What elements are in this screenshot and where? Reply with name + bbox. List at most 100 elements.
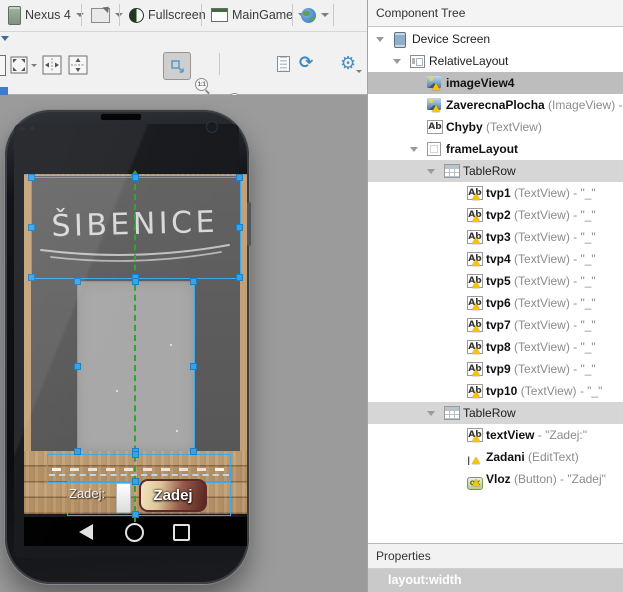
tree-row-label: imageView4 [446,76,515,90]
component-tree: Device Screen RelativeLayout imageView4 Zav… [368,28,623,490]
center-vertical-icon [68,55,88,75]
selection-handle[interactable] [236,174,243,181]
center-horizontal-icon [42,55,62,75]
tree-row-label: tvp1 (TextView) - "_" [486,186,596,200]
settings-button[interactable]: ⚙ [340,55,363,73]
tree-row-tablerow[interactable]: TableRow [368,402,623,424]
tree-row-vloz[interactable]: OK Vloz (Button) - "Zadej" [368,468,623,490]
text-icon: Ab [467,428,483,442]
layout-icon [410,54,425,68]
chevron-down-icon [321,13,329,17]
zoom-actual-size-button[interactable]: 1:1 [195,78,210,95]
tree-row-tvp3[interactable]: Ab tvp3 (TextView) - "_" [368,226,623,248]
selection-handle[interactable] [190,448,197,455]
android-studio-layout-editor: Nexus 4 Fullscreen MainGame 1:1 ⟳ ⚙ ŠIBE… [0,0,623,592]
tree-row-tvp6[interactable]: Ab tvp6 (TextView) - "_" [368,292,623,314]
pan-zoom-toggle-button[interactable] [163,52,191,80]
text-icon: Ab [467,384,483,398]
selection-handle[interactable] [190,278,197,285]
theme-fullscreen-button[interactable]: Fullscreen [125,3,210,27]
center-vertical-button[interactable] [68,55,88,75]
center-horizontal-button[interactable] [42,55,62,75]
tree-row-zadani[interactable]: I Zadani (EditText) [368,446,623,468]
property-row-layout-width[interactable]: layout:width [368,569,623,592]
tree-row-label: frameLayout [446,142,519,156]
game-layout-surface[interactable]: ŠIBENICE Zadej: Zadej [24,170,247,522]
tree-row-label: TableRow [463,406,516,420]
selection-handle[interactable] [132,511,139,518]
tree-row-tvp10[interactable]: Ab tvp10 (TextView) - "_" [368,380,623,402]
expand-arrow-icon[interactable] [427,169,435,174]
one-to-one-label: 1:1 [197,81,206,88]
refresh-button[interactable]: ⟳ [299,55,313,72]
selection-handle[interactable] [28,274,35,281]
tree-row-zaverecnaplocha[interactable]: ZaverecnaPlocha (ImageView) - [368,94,623,116]
tree-row-tvp1[interactable]: Ab tvp1 (TextView) - "_" [368,182,623,204]
tree-row-tvp2[interactable]: Ab tvp2 (TextView) - "_" [368,204,623,226]
letter-underscore [214,468,224,471]
selection-handle[interactable] [132,478,139,485]
tree-row-tablerow[interactable]: TableRow [368,160,623,182]
selection-handle[interactable] [190,363,197,370]
tree-row-label: Zadani (EditText) [486,450,579,464]
underscore-row [52,468,224,471]
clipped-toolbar-icon [0,55,6,76]
tree-row-relativelayout[interactable]: RelativeLayout [368,50,623,72]
selection-handle[interactable] [132,278,139,285]
expand-arrow-icon[interactable] [393,59,401,64]
orientation-button[interactable] [87,3,127,27]
selection-handle[interactable] [236,274,243,281]
tree-row-tvp8[interactable]: Ab tvp8 (TextView) - "_" [368,336,623,358]
expand-arrow-icon[interactable] [376,37,384,42]
selection-handle[interactable] [28,224,35,231]
expand-arrow-icon[interactable] [427,411,435,416]
lint-document-button[interactable] [277,56,290,72]
front-camera [206,121,218,133]
refresh-icon: ⟳ [299,53,314,73]
proximity-sensor [20,126,25,131]
tree-row-label: RelativeLayout [429,54,509,68]
tree-row-chyby[interactable]: Ab Chyby (TextView) [368,116,623,138]
locale-selector-button[interactable] [297,3,333,27]
text-icon: Ab [467,318,483,332]
tree-row-tvp9[interactable]: Ab tvp9 (TextView) - "_" [368,358,623,380]
warning-icon [472,237,480,244]
selection-handle[interactable] [132,174,139,181]
tree-row-label: tvp4 (TextView) - "_" [486,252,596,266]
selected-imageview-board[interactable] [77,281,195,453]
tree-row-label: tvp9 (TextView) - "_" [486,362,596,376]
center-guide-line [134,174,136,522]
warning-icon [472,303,480,310]
activity-selector-button[interactable]: MainGame [207,3,310,27]
zoom-to-fit-button[interactable] [9,55,37,75]
tree-row-tvp4[interactable]: Ab tvp4 (TextView) - "_" [368,248,623,270]
tree-row-textview[interactable]: Ab textView - "Zadej:" [368,424,623,446]
warning-icon [472,325,480,332]
toolbar-separator [81,4,82,26]
expand-arrow-icon[interactable] [410,147,418,152]
device-screen[interactable]: ŠIBENICE Zadej: Zadej [14,124,247,558]
tree-row-imageview4[interactable]: imageView4 [368,72,623,94]
tree-row-tvp5[interactable]: Ab tvp5 (TextView) - "_" [368,270,623,292]
selection-handle[interactable] [28,174,35,181]
selection-handle[interactable] [132,451,139,458]
properties-title: Properties [376,549,431,563]
speck [176,430,178,432]
tree-row-device-screen[interactable]: Device Screen [368,28,623,50]
theme-contrast-icon [129,7,144,23]
selection-handle[interactable] [74,363,81,370]
device-selector-button[interactable]: Nexus 4 [4,3,88,27]
text-icon: Ab [427,120,443,134]
submit-button[interactable]: Zadej [139,479,207,512]
selection-handle[interactable] [74,448,81,455]
letter-underscore [52,468,61,471]
selection-handle[interactable] [236,224,243,231]
selection-handle[interactable] [74,278,81,285]
edittext-field[interactable] [116,483,131,513]
tree-row-framelayout[interactable]: frameLayout [368,138,623,160]
warning-icon [472,347,480,354]
activity-selector-label: MainGame [232,8,294,22]
device-icon [393,32,407,48]
text-icon: Ab [467,362,483,376]
tree-row-tvp7[interactable]: Ab tvp7 (TextView) - "_" [368,314,623,336]
